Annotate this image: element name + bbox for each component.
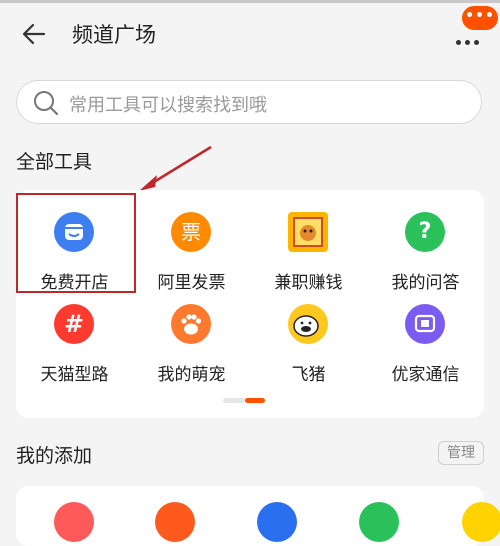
search-icon: [34, 91, 59, 116]
part-time-icon: [288, 212, 328, 252]
page-title: 频道广场: [72, 23, 156, 47]
phone-charge-icon[interactable]: [155, 502, 195, 542]
tool-part-time[interactable]: 兼职赚钱: [250, 198, 367, 298]
fliggy-icon: [288, 304, 328, 344]
telecom-icon: [405, 304, 445, 344]
tool-label: 我的萌宠: [157, 365, 226, 385]
page-indicator: [223, 398, 265, 404]
tool-label: 优家通信: [391, 365, 460, 385]
all-tools-title: 全部工具: [16, 151, 93, 173]
character-icon[interactable]: [462, 502, 500, 542]
tool-label: 飞猪: [291, 365, 326, 385]
tmall-icon: #: [54, 304, 94, 344]
tool-youjia-telecom[interactable]: 优家通信: [367, 290, 484, 390]
tool-my-qa[interactable]: ? 我的问答: [367, 198, 484, 298]
flower-icon[interactable]: [54, 502, 94, 542]
tool-tmall[interactable]: # 天猫型路: [16, 290, 133, 390]
annotation-highlight-box: [16, 193, 136, 293]
my-added-title: 我的添加: [16, 445, 93, 467]
annotation-arrow: [139, 145, 212, 191]
search-placeholder: 常用工具可以搜索找到哦: [69, 95, 267, 116]
more-options-icon[interactable]: [456, 30, 484, 45]
manage-button[interactable]: 管理: [438, 441, 484, 465]
tool-label: 天猫型路: [40, 365, 109, 385]
tool-my-pet[interactable]: 我的萌宠: [133, 290, 250, 390]
back-arrow-icon[interactable]: [20, 22, 48, 46]
invoice-icon: 票: [171, 212, 211, 252]
status-divider: [0, 0, 500, 3]
page-dot-active: [245, 398, 265, 403]
search-input[interactable]: 常用工具可以搜索找到哦: [16, 80, 482, 124]
tool-fliggy[interactable]: 飞猪: [250, 290, 367, 390]
question-icon: ?: [405, 212, 445, 252]
my-added-card: [16, 486, 500, 546]
top-bar: 频道广场 •••: [0, 0, 500, 70]
robot-icon[interactable]: [257, 502, 297, 542]
paw-icon: [171, 304, 211, 344]
tool-ali-invoice[interactable]: 票 阿里发票: [133, 198, 250, 298]
page-dot: [223, 398, 245, 403]
message-badge[interactable]: •••: [462, 6, 498, 30]
tree-icon[interactable]: [359, 502, 399, 542]
